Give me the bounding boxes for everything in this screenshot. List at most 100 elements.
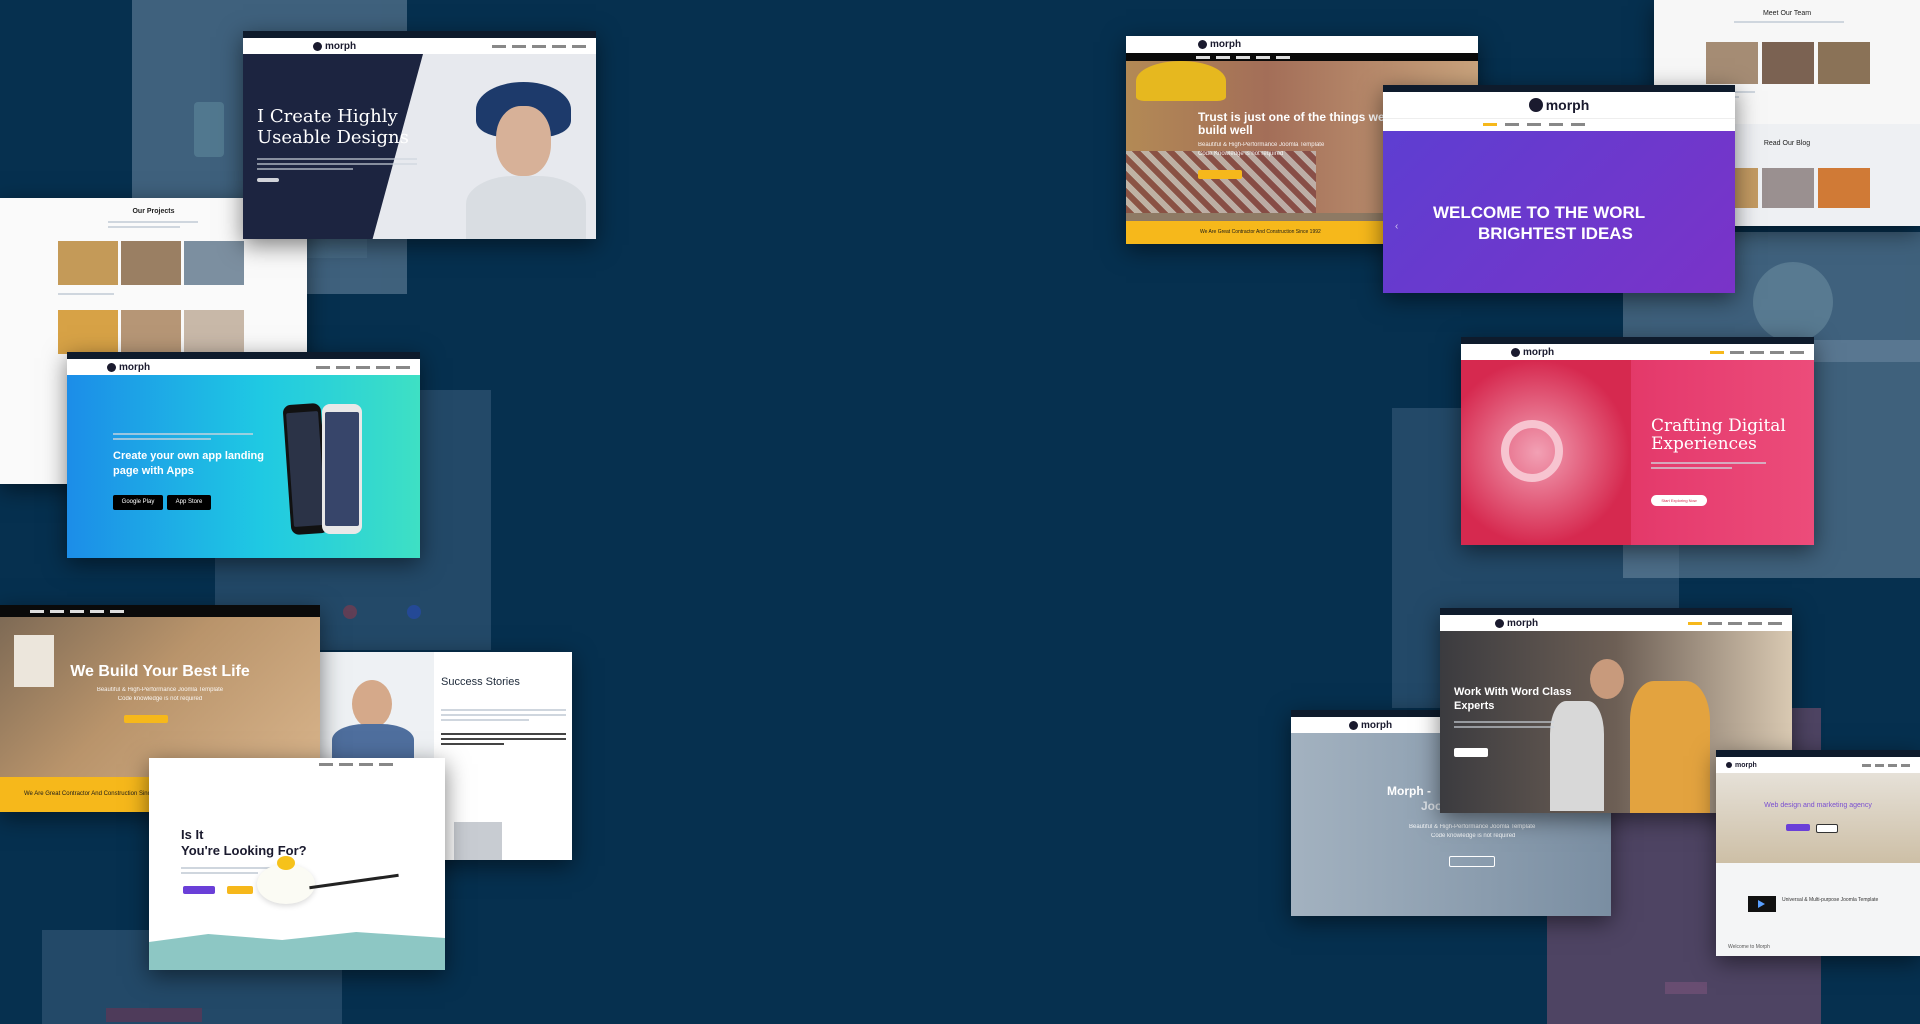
morph-joomla-logo[interactable]: morph — [1361, 720, 1392, 731]
morph-logo-icon — [313, 41, 322, 51]
project-thumb-2[interactable] — [121, 241, 181, 285]
designs-card: morph I Create Highly Useable Designs — [243, 31, 596, 239]
morph-logo-icon — [1528, 98, 1543, 112]
morph-joomla-sub-1: Beautiful & High-Performance Joomla Temp… — [1409, 824, 1536, 830]
agency-topbar — [1716, 750, 1920, 757]
welcome-card: morph WELCOME TO THE WORL BRIGHTEST IDEA… — [1383, 85, 1735, 293]
agency-hero-image — [1716, 773, 1920, 863]
looking-yellow-button[interactable] — [227, 886, 253, 894]
app-topbar — [67, 352, 420, 359]
ghost-pink-button — [1665, 982, 1707, 994]
stories-paragraph — [441, 706, 566, 724]
welcome-title-line-1: WELCOME TO THE WORL — [1433, 203, 1646, 222]
app-logo[interactable]: morph — [119, 362, 150, 373]
phone-mockup-2 — [322, 404, 362, 534]
build-nav — [0, 605, 320, 617]
teamwork-title-line-2: Experts — [1454, 700, 1495, 712]
designs-read-more-button[interactable] — [257, 178, 279, 182]
stories-heading: Success Stories — [441, 676, 520, 688]
morph-joomla-button[interactable] — [1449, 856, 1495, 867]
designs-nav: morph — [243, 38, 596, 54]
morph-joomla-sub-2: Code knowledge is not required — [1431, 833, 1516, 839]
crafting-logo[interactable]: morph — [1523, 347, 1554, 358]
morph-logo-icon — [1726, 762, 1732, 768]
morph-joomla-title-line-1: Morph - — [1387, 784, 1431, 798]
crafting-cta-button[interactable]: Start Exploring Now — [1651, 495, 1707, 506]
morph-logo-icon — [1349, 720, 1358, 730]
designs-logo[interactable]: morph — [325, 41, 356, 52]
construction-menu-bar — [1126, 53, 1478, 61]
looking-purple-button[interactable] — [183, 886, 215, 894]
crafting-card: morph Crafting Digital Experiences Start… — [1461, 337, 1814, 545]
build-footer-text: We Are Great Contractor And Construction… — [24, 791, 169, 797]
construction-footer-text: We Are Great Contractor And Construction… — [1200, 229, 1321, 235]
app-title-line-2: page with Apps — [113, 465, 194, 477]
agency-outline-button[interactable] — [1816, 824, 1838, 833]
looking-spoon — [309, 873, 399, 890]
looking-menu[interactable] — [319, 762, 393, 766]
welcome-menu-bar — [1383, 118, 1735, 131]
build-sub-2: Code knowledge is not required — [117, 696, 203, 702]
build-menu[interactable] — [30, 609, 124, 613]
looking-brush-stroke — [149, 932, 445, 970]
designs-menu[interactable] — [492, 44, 586, 48]
build-title: We Build Your Best Life — [70, 663, 250, 680]
team-heading: Meet Our Team — [1762, 10, 1812, 17]
ghost-bottle-image — [194, 102, 224, 157]
team-member-2[interactable] — [1762, 42, 1814, 84]
team-member-1[interactable] — [1706, 42, 1758, 84]
app-menu[interactable] — [316, 365, 410, 369]
project-thumb-6[interactable] — [184, 310, 244, 354]
project-thumb-1[interactable] — [58, 241, 118, 285]
project-thumb-3[interactable] — [184, 241, 244, 285]
team-member-3[interactable] — [1818, 42, 1870, 84]
agency-video-title: Universal & Multi-purpose Joomla Templat… — [1782, 897, 1879, 903]
project-thumb-4[interactable] — [58, 310, 118, 354]
teamwork-menu[interactable] — [1688, 621, 1782, 625]
agency-title: Web design and marketing agency — [1764, 802, 1872, 809]
blog-thumb-2[interactable] — [1762, 168, 1814, 208]
google-play-button[interactable]: Google Play — [113, 495, 163, 510]
build-yellow-button[interactable] — [124, 715, 168, 723]
welcome-prev-arrow-icon[interactable]: ‹ — [1395, 221, 1398, 232]
agency-menu[interactable] — [1862, 763, 1910, 767]
construction-menu[interactable] — [1196, 55, 1290, 59]
agency-purple-button[interactable] — [1786, 824, 1810, 831]
agency-video-thumb[interactable] — [1748, 896, 1776, 912]
crafting-headphones-image — [1461, 360, 1631, 545]
construction-sub-2: Code Knowledge is not required — [1198, 151, 1284, 157]
project-caption-row — [58, 290, 244, 298]
crafting-title-line-2: Experiences — [1651, 434, 1757, 454]
construction-title-line-2: build well — [1198, 123, 1253, 137]
welcome-logo-bar: morph — [1383, 92, 1735, 118]
looking-title-line-1: Is It — [181, 827, 204, 842]
construction-yellow-button[interactable] — [1198, 170, 1242, 179]
app-card: morph Create your own app landing page w… — [67, 352, 420, 558]
ghost-feature-circle — [343, 605, 357, 619]
teamwork-nav: morph — [1440, 615, 1792, 631]
looking-nav — [149, 758, 445, 770]
team-subtext — [1734, 18, 1844, 26]
agency-nav: morph — [1716, 757, 1920, 773]
teamwork-learn-more-button[interactable] — [1454, 748, 1488, 757]
ghost-feature-circle-2 — [407, 605, 421, 619]
stories-target-image — [454, 822, 502, 860]
agency-logo[interactable]: morph — [1735, 762, 1757, 769]
app-intro-text — [113, 430, 253, 443]
welcome-logo[interactable]: morph — [1546, 97, 1590, 113]
crafting-topbar — [1461, 337, 1814, 344]
morph-logo-icon — [1495, 618, 1504, 628]
app-store-button[interactable]: App Store — [167, 495, 211, 510]
crafting-nav: morph — [1461, 344, 1814, 360]
blog-thumb-3[interactable] — [1818, 168, 1870, 208]
construction-logo[interactable]: morph — [1210, 39, 1241, 50]
designs-paragraph — [257, 155, 417, 173]
looking-card: Is It You're Looking For? — [149, 758, 445, 970]
crafting-menu[interactable] — [1710, 350, 1804, 354]
stories-quote — [441, 730, 566, 748]
welcome-menu[interactable] — [1483, 123, 1585, 126]
teamwork-logo[interactable]: morph — [1507, 618, 1538, 629]
project-thumb-5[interactable] — [121, 310, 181, 354]
ghost-leaf-image — [1753, 262, 1833, 342]
designs-topbar — [243, 31, 596, 38]
